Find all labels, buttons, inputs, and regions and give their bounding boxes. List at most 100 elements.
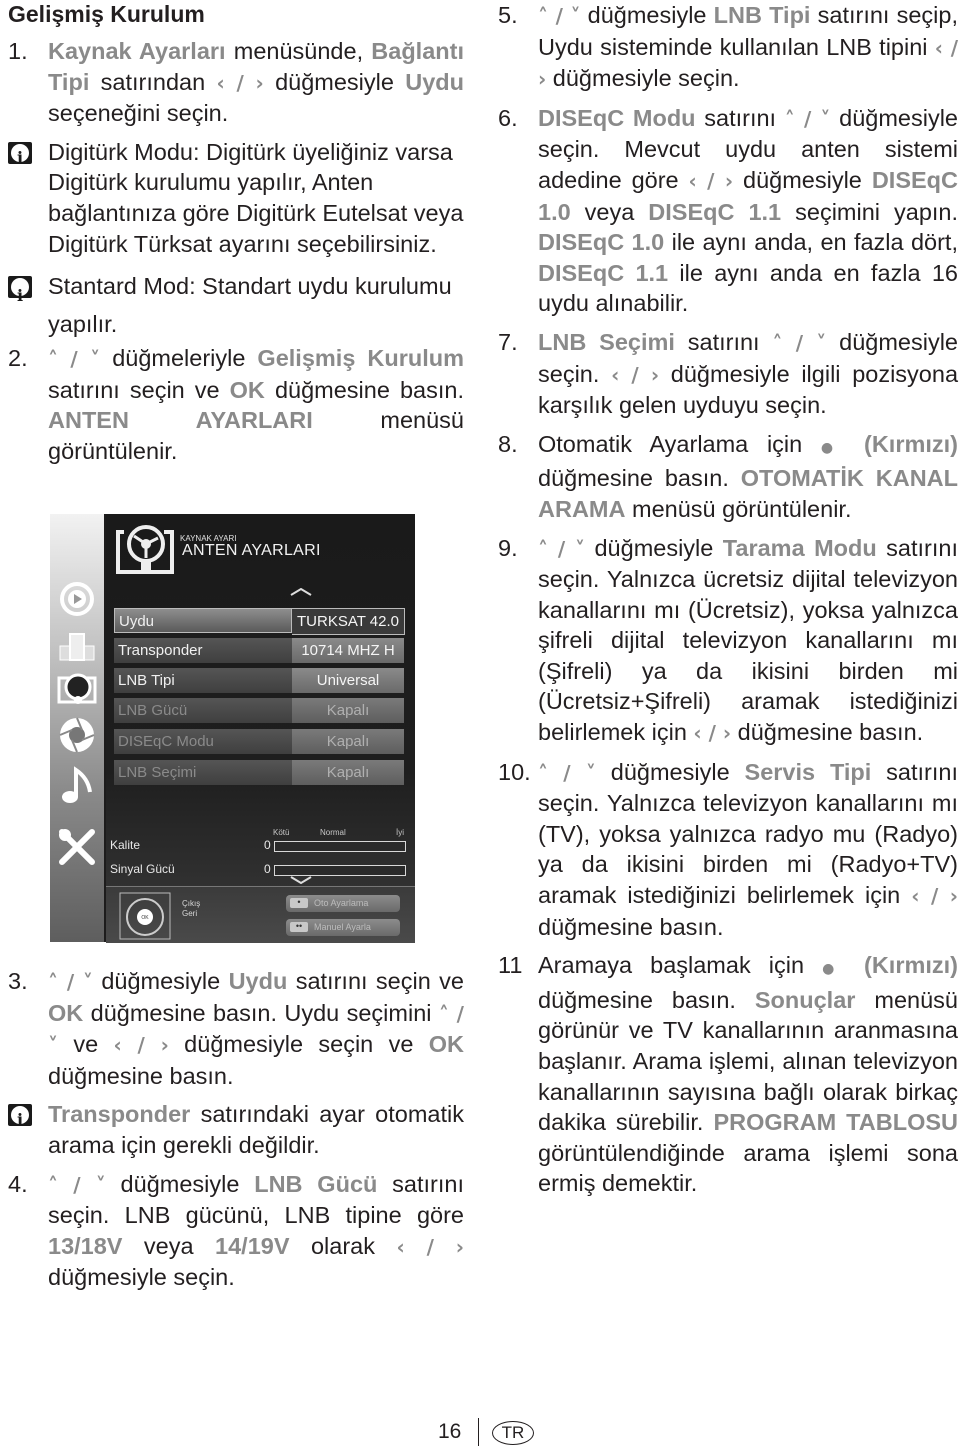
row-value[interactable]: Kapalı	[292, 729, 404, 754]
tv-sidebar	[50, 514, 104, 942]
satellite-dish-icon[interactable]	[56, 670, 98, 712]
scroll-down-icon[interactable]	[290, 876, 312, 884]
red-button-dot-icon: ●	[822, 961, 846, 978]
text: düğmesiyle	[263, 68, 406, 95]
up-down-arrows-icon: ˄ / ˅	[772, 330, 827, 355]
left-column-bottom: 3. ˄ / ˅ düğmesiyle Uydu satırını seçin …	[8, 966, 464, 1293]
left-right-arrows-icon: ‹ / ›	[911, 884, 958, 909]
text: satırını seçin ve	[48, 376, 230, 403]
highlight: LNB Tipi	[713, 2, 811, 28]
highlight: OK	[48, 999, 84, 1026]
highlight: Uydu	[405, 68, 464, 95]
step-number: 5.	[498, 2, 518, 28]
step-7: 7. LNB Seçimi satırını ˄ / ˅ düğmesiyle …	[498, 327, 958, 421]
devices-icon[interactable]	[56, 628, 98, 670]
step-4: 4. ˄ / ˅ düğmesiyle LNB Gücü satırını se…	[8, 1169, 464, 1293]
row-label: DISEqC Modu	[114, 729, 292, 754]
row-value[interactable]: Kapalı	[292, 760, 404, 785]
source-play-icon[interactable]	[56, 578, 98, 620]
text: Aramaya başlamak için	[538, 952, 823, 979]
red-key-icon: •	[290, 898, 308, 908]
row-label: LNB Seçimi	[114, 760, 292, 785]
left-right-arrows-icon: ‹ / ›	[688, 168, 734, 193]
auto-tune-button[interactable]: • Oto Ayarlama	[286, 895, 400, 912]
svg-text:OK: OK	[141, 915, 149, 921]
step-number: 11	[498, 952, 523, 979]
manual-tune-label: Manuel Ayarla	[314, 922, 371, 932]
info-icon: i	[8, 141, 32, 167]
signal-strength-bar	[274, 865, 406, 876]
text: düğmesiyle seçin.	[48, 1264, 235, 1291]
step-number: 1.	[8, 38, 28, 64]
text: veya	[122, 1232, 216, 1259]
red-button-dot-icon: ●	[820, 439, 846, 456]
text: düğmesiyle	[733, 166, 872, 193]
highlight: Uydu	[228, 968, 288, 994]
text: ve	[58, 1031, 114, 1058]
right-column: 5. ˄ / ˅ düğmesiyle LNB Tipi satırını se…	[498, 0, 958, 1199]
row-label: Transponder	[114, 638, 292, 663]
text: satırını	[695, 104, 785, 131]
highlight: DISEqC 1.1	[648, 198, 782, 225]
step-number: 9.	[498, 534, 518, 561]
step-number: 8.	[498, 430, 518, 457]
signal-scale-good: İyi	[396, 828, 404, 837]
text: düğmesiyle	[580, 2, 714, 28]
info-icon: i	[8, 1104, 32, 1129]
text: düğmesine basın. Uydu seçimini	[83, 999, 439, 1026]
text: Stantard Mod: Standart uydu kurulumu yap…	[48, 273, 452, 338]
quality-bar	[274, 841, 406, 852]
signal-scale-normal: Normal	[320, 828, 346, 837]
manual-tune-button[interactable]: •• Manuel Ayarla	[286, 919, 400, 936]
step-2: 2. ˄ / ˅ düğmeleriyle Gelişmiş Kurulum s…	[8, 343, 464, 466]
text: düğmesiyle	[585, 534, 723, 561]
music-note-icon[interactable]	[56, 764, 98, 806]
left-right-arrows-icon: ‹ / ›	[216, 70, 264, 95]
aperture-icon[interactable]	[56, 714, 98, 756]
tv-menu-screenshot: KAYNAK AYARI ANTEN AYARLARI Uydu TURKSAT …	[50, 514, 415, 943]
highlight: Gelişmiş Kurulum	[257, 345, 464, 372]
highlight: DISEqC Modu	[538, 104, 696, 131]
page-number: 16	[438, 1420, 462, 1443]
row-value[interactable]: Universal	[292, 668, 404, 693]
satellite-dish-icon	[116, 525, 174, 574]
row-value[interactable]: Kapalı	[292, 698, 404, 723]
signal-strength-value: 0	[264, 862, 271, 876]
highlight: DISEqC 1.1	[538, 259, 669, 286]
step-number: 6.	[498, 104, 518, 131]
tv-menu-title: ANTEN AYARLARI	[182, 542, 321, 559]
highlight: Sonuçlar	[754, 986, 856, 1013]
tools-icon[interactable]	[56, 826, 98, 868]
text: satırından	[89, 68, 217, 95]
language-badge: TR	[492, 1421, 534, 1445]
up-down-arrows-icon: ˄ / ˅	[538, 536, 586, 561]
left-right-arrows-icon: ‹ / ›	[396, 1234, 464, 1259]
left-column: Gelişmiş Kurulum 1. Kaynak Ayarları menü…	[8, 0, 464, 467]
info-note-digiturk: i Digitürk Modu: Digitürk üyeliğiniz var…	[8, 137, 464, 259]
tv-menu-row[interactable]: LNB Gücü Kapalı	[114, 698, 404, 723]
tv-menu-panel: KAYNAK AYARI ANTEN AYARLARI Uydu TURKSAT …	[106, 514, 415, 943]
scroll-up-icon[interactable]	[290, 588, 312, 596]
step-5: 5. ˄ / ˅ düğmesiyle LNB Tipi satırını se…	[498, 0, 958, 95]
left-right-arrows-icon: ‹ / ›	[693, 721, 732, 746]
row-value[interactable]: TURKSAT 42.0	[292, 608, 405, 635]
tv-menu-row[interactable]: DISEqC Modu Kapalı	[114, 729, 404, 754]
tv-menu-row[interactable]: LNB Tipi Universal	[114, 668, 404, 693]
highlight: Tarama Modu	[722, 534, 877, 561]
text: düğmesiyle	[105, 1170, 255, 1197]
quality-value: 0	[264, 838, 271, 852]
highlight: Transponder	[48, 1101, 191, 1128]
row-value[interactable]: 10714 MHZ H	[292, 638, 404, 663]
highlight: LNB Seçimi	[538, 328, 675, 355]
row-label: LNB Gücü	[114, 698, 292, 723]
remote-control-icon: OK	[119, 892, 171, 940]
tv-menu-row[interactable]: LNB Seçimi Kapalı	[114, 760, 404, 785]
text: düğmesine basın.	[264, 376, 464, 403]
text: düğmesiyle seçin.	[546, 65, 740, 92]
tv-menu-row[interactable]: Transponder 10714 MHZ H	[114, 638, 404, 663]
step-number: 2.	[8, 345, 28, 372]
text: düğmesine basın.	[538, 913, 724, 940]
tv-menu-row[interactable]: Uydu TURKSAT 42.0	[114, 608, 405, 635]
highlight: LNB Gücü	[254, 1170, 378, 1197]
up-down-arrows-icon: ˄ / ˅	[48, 970, 93, 994]
